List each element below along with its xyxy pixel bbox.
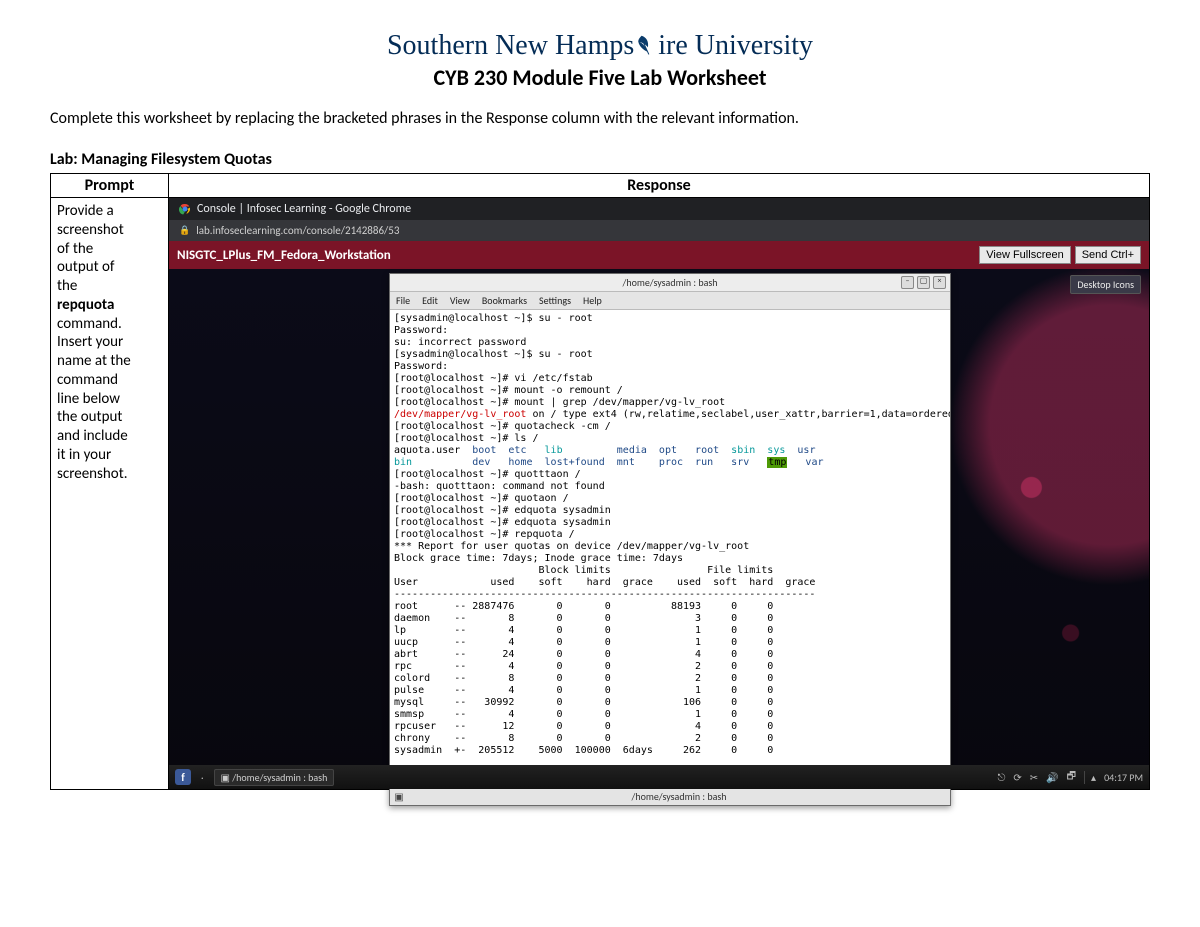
logo-text-left: Southern New Hamps: [387, 30, 634, 62]
menu-settings[interactable]: Settings: [539, 294, 571, 307]
university-logo: Southern New Hamps ire University: [50, 30, 1150, 62]
tray-volume-icon[interactable]: 🔊: [1046, 771, 1058, 784]
chrome-icon: [179, 203, 191, 215]
window-maximize-icon[interactable]: ▢: [917, 276, 930, 289]
taskbar-clock[interactable]: 04:17 PM: [1104, 771, 1143, 784]
worksheet-table: Prompt Response Provide a screenshot of …: [50, 173, 1150, 790]
terminal-output[interactable]: [sysadmin@localhost ~]$ su - root Passwo…: [390, 310, 950, 787]
vm-name: NISGTC_LPlus_FM_Fedora_Workstation: [177, 248, 391, 263]
terminal-tab-icon[interactable]: ▣: [390, 790, 408, 803]
tray-network-icon[interactable]: 🗗: [1067, 769, 1076, 786]
send-ctrl-button[interactable]: Send Ctrl+: [1075, 246, 1141, 264]
view-fullscreen-button[interactable]: View Fullscreen: [979, 246, 1070, 264]
terminal-window[interactable]: /home/sysadmin : bash – ▢ × File Edit: [389, 273, 951, 806]
th-response: Response: [169, 174, 1150, 198]
vm-toolbar: NISGTC_LPlus_FM_Fedora_Workstation View …: [169, 241, 1149, 269]
prompt-cell: Provide a screenshot of the output of th…: [51, 198, 169, 790]
menu-help[interactable]: Help: [583, 294, 602, 307]
terminal-tabbar[interactable]: ▣ /home/sysadmin : bash: [390, 787, 950, 805]
doc-title: CYB 230 Module Five Lab Worksheet: [50, 64, 1150, 91]
chrome-address-bar[interactable]: 🔒 lab.infoseclearning.com/console/214288…: [169, 220, 1149, 241]
terminal-tab-label: /home/sysadmin : bash: [408, 790, 950, 803]
menu-file[interactable]: File: [396, 294, 410, 307]
window-close-icon[interactable]: ×: [933, 276, 946, 289]
response-cell: Console | Infosec Learning - Google Chro…: [169, 198, 1150, 790]
desktop-icons-toggle[interactable]: Desktop Icons: [1070, 275, 1141, 294]
terminal-title: /home/sysadmin : bash: [622, 276, 717, 289]
taskbar-app-label: /home/sysadmin : bash: [232, 771, 327, 784]
instructions-text: Complete this worksheet by replacing the…: [50, 109, 1150, 128]
chrome-titlebar: Console | Infosec Learning - Google Chro…: [169, 198, 1149, 220]
tray-bluetooth-icon[interactable]: ⎋: [997, 771, 1005, 784]
fedora-menu-icon[interactable]: f: [175, 769, 191, 785]
terminal-menubar[interactable]: File Edit View Bookmarks Settings Help: [390, 292, 950, 310]
window-minimize-icon[interactable]: –: [901, 276, 914, 289]
terminal-titlebar[interactable]: /home/sysadmin : bash – ▢ ×: [390, 274, 950, 292]
remote-desktop[interactable]: Desktop Icons /home/sysadmin : bash – ▢ …: [169, 269, 1149, 789]
taskbar-separator-icon: ·: [201, 771, 204, 784]
chrome-title-text: Console | Infosec Learning - Google Chro…: [197, 202, 411, 216]
leaf-icon: [631, 30, 661, 67]
logo-text-right: ire University: [658, 30, 813, 62]
os-taskbar[interactable]: f · ▣ /home/sysadmin : bash ⎋ ⟳ ✂: [169, 765, 1149, 789]
tray-up-icon[interactable]: ▴: [1084, 771, 1096, 784]
menu-edit[interactable]: Edit: [422, 294, 438, 307]
chrome-url: lab.infoseclearning.com/console/2142886/…: [196, 224, 399, 237]
tray-clipboard-icon[interactable]: ✂: [1030, 771, 1038, 784]
lab-label: Lab: Managing Filesystem Quotas: [50, 150, 1150, 169]
lock-icon: 🔒: [179, 225, 190, 236]
menu-view[interactable]: View: [450, 294, 470, 307]
menu-bookmarks[interactable]: Bookmarks: [482, 294, 527, 307]
th-prompt: Prompt: [51, 174, 169, 198]
taskbar-app-icon: ▣: [221, 771, 230, 784]
tray-refresh-icon[interactable]: ⟳: [1013, 771, 1021, 784]
chrome-window: Console | Infosec Learning - Google Chro…: [169, 198, 1149, 789]
taskbar-app-button[interactable]: ▣ /home/sysadmin : bash: [214, 769, 335, 786]
